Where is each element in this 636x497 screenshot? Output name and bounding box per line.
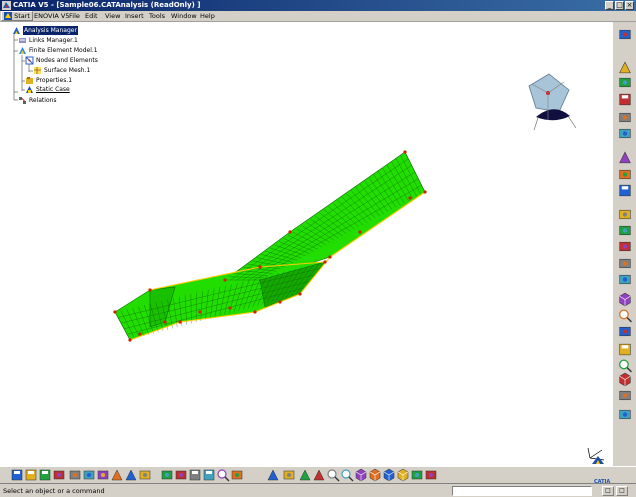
surface-mesh-icon — [34, 67, 41, 74]
menu-start[interactable]: Start — [1, 11, 33, 21]
analysis-icon[interactable] — [230, 468, 244, 482]
tree-node-surface-mesh[interactable]: Surface Mesh.1 — [33, 66, 90, 75]
tools-icon[interactable] — [424, 468, 438, 482]
tree-node-static-case[interactable]: Static Case — [25, 85, 70, 94]
command-close-button[interactable]: □ — [616, 486, 628, 496]
status-bar: Select an object or a command □ □ — [0, 483, 636, 497]
bottom-toolbar — [0, 466, 636, 483]
rotate-icon[interactable] — [312, 468, 326, 482]
menu-tools[interactable]: Tools — [149, 12, 165, 20]
sensor-icon[interactable] — [617, 358, 633, 373]
catia-logo-icon — [592, 456, 604, 464]
finite-element-model-icon — [19, 47, 26, 54]
fx-icon[interactable] — [174, 468, 188, 482]
force-icon[interactable] — [617, 223, 633, 238]
measure-icon[interactable] — [216, 468, 230, 482]
distributed-load-icon[interactable] — [617, 256, 633, 271]
pressure-icon[interactable] — [617, 239, 633, 254]
swap-icon[interactable] — [410, 468, 424, 482]
nodes-elements-icon — [25, 56, 34, 65]
hide-show-icon[interactable] — [396, 468, 410, 482]
redo-icon[interactable] — [124, 468, 138, 482]
tree-node-relations[interactable]: Relations — [18, 96, 57, 105]
compute-icon[interactable] — [617, 308, 633, 323]
image-icon[interactable] — [617, 324, 633, 339]
menu-file[interactable]: File — [69, 12, 80, 20]
pencil-icon[interactable] — [617, 150, 633, 165]
tree-node-analysis-manager[interactable]: Analysis Manager — [12, 26, 78, 35]
fit-all-icon[interactable] — [282, 468, 296, 482]
command-input[interactable] — [452, 486, 592, 496]
zoom-in-icon[interactable] — [326, 468, 340, 482]
iso-view-icon[interactable] — [368, 468, 382, 482]
zoom-out-icon[interactable] — [340, 468, 354, 482]
restraint-icon[interactable] — [617, 167, 633, 182]
mesh-body[interactable] — [114, 151, 426, 341]
compass-icon[interactable] — [524, 72, 578, 134]
print-icon[interactable] — [52, 468, 66, 482]
connector-icon[interactable] — [617, 272, 633, 287]
menu-view[interactable]: View — [105, 12, 120, 20]
save-icon[interactable] — [38, 468, 52, 482]
menu-window[interactable]: Window — [171, 12, 197, 20]
report-icon[interactable] — [617, 342, 633, 357]
shading-icon[interactable] — [382, 468, 396, 482]
catia-logo-text: CATIA — [594, 479, 611, 485]
right-toolbar — [612, 22, 636, 466]
properties-icon — [26, 77, 33, 84]
tree-node-links-manager[interactable]: Links Manager.1 — [18, 36, 78, 45]
title-bar[interactable]: CATIA V5 - [Sample06.CATAnalysis (ReadOn… — [0, 0, 636, 11]
normal-view-icon[interactable] — [354, 468, 368, 482]
minimize-button[interactable]: _ — [605, 1, 614, 10]
cut-icon[interactable] — [68, 468, 82, 482]
menu-enovia[interactable]: ENOVIA V5 — [34, 12, 69, 20]
menu-edit[interactable]: Edit — [85, 12, 98, 20]
tree-node-finite-element-model[interactable]: Finite Element Model.1 — [18, 46, 98, 55]
formula-icon[interactable] — [160, 468, 174, 482]
new-icon[interactable] — [10, 468, 24, 482]
status-message: Select an object or a command — [3, 487, 105, 495]
static-case-icon — [26, 86, 33, 93]
deformation-icon[interactable] — [617, 407, 633, 422]
start-icon — [4, 12, 12, 20]
table-icon[interactable] — [202, 468, 216, 482]
command-option-button[interactable]: □ — [602, 486, 614, 496]
grid-icon[interactable] — [617, 183, 633, 198]
menu-help[interactable]: Help — [200, 12, 215, 20]
analysis-case-icon[interactable] — [617, 27, 633, 42]
plot-icon[interactable] — [617, 388, 633, 403]
links-manager-icon — [19, 38, 26, 43]
virtual-part-icon[interactable] — [617, 292, 633, 307]
paste-icon[interactable] — [96, 468, 110, 482]
lock-icon[interactable] — [617, 110, 633, 125]
tree-node-nodes-and-elements[interactable]: Nodes and Elements — [25, 56, 98, 65]
menu-bar: Start ENOVIA V5 File Edit View Insert To… — [0, 11, 636, 22]
catia-app-icon — [2, 1, 11, 10]
material-icon[interactable] — [617, 126, 633, 141]
whats-this-icon[interactable] — [138, 468, 152, 482]
window-title: CATIA V5 - [Sample06.CATAnalysis (ReadOn… — [13, 1, 201, 9]
attach-icon[interactable] — [617, 75, 633, 90]
menu-insert[interactable]: Insert — [125, 12, 144, 20]
pan-icon[interactable] — [298, 468, 312, 482]
catalog-icon[interactable] — [188, 468, 202, 482]
tree-node-properties[interactable]: Properties.1 — [25, 76, 72, 85]
fly-icon[interactable] — [266, 468, 280, 482]
cube-icon[interactable] — [617, 372, 633, 387]
3d-viewport[interactable]: Analysis Manager Links Manager.1 Finite … — [0, 22, 612, 466]
fe-mesh-model[interactable] — [0, 22, 612, 466]
maximize-button[interactable]: □ — [615, 1, 624, 10]
close-button[interactable]: × — [625, 1, 634, 10]
relations-icon — [19, 97, 26, 104]
save-case-icon[interactable] — [617, 92, 633, 107]
load-icon[interactable] — [617, 207, 633, 222]
analysis-manager-icon — [13, 27, 20, 34]
pointer-icon[interactable] — [617, 60, 633, 75]
copy-icon[interactable] — [82, 468, 96, 482]
open-icon[interactable] — [24, 468, 38, 482]
undo-icon[interactable] — [110, 468, 124, 482]
